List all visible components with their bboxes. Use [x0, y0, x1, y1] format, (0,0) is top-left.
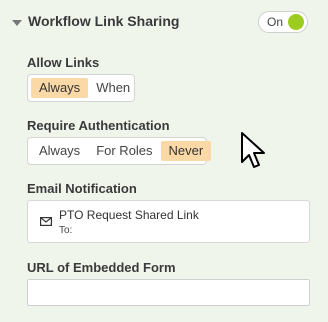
email-to-label: To: — [59, 225, 73, 236]
mouse-pointer-icon — [241, 132, 265, 168]
allow-links-label: Allow Links — [27, 55, 100, 70]
require-auth-option-always[interactable]: Always — [31, 141, 88, 161]
require-auth-option-never[interactable]: Never — [160, 141, 212, 161]
section-header: Workflow Link Sharing On — [8, 10, 320, 36]
toggle-knob — [288, 14, 304, 30]
require-authentication-selector: Always For Roles Never — [27, 137, 212, 165]
allow-links-option-when[interactable]: When — [88, 78, 138, 98]
require-auth-option-for-roles[interactable]: For Roles — [88, 141, 160, 161]
require-authentication-label: Require Authentication — [27, 118, 170, 133]
collapse-caret-icon[interactable] — [12, 20, 22, 26]
workflow-link-sharing-panel: Workflow Link Sharing On Allow Links Alw… — [0, 0, 328, 322]
envelope-icon — [40, 217, 52, 226]
email-notification-label: Email Notification — [27, 181, 137, 196]
allow-links-selector: Always When — [27, 74, 135, 102]
email-subject: PTO Request Shared Link — [59, 208, 199, 222]
section-title: Workflow Link Sharing — [28, 13, 180, 29]
email-notification-card[interactable]: PTO Request Shared Link To: — [27, 200, 310, 243]
embedded-form-url-input[interactable] — [27, 279, 310, 306]
link-sharing-toggle[interactable]: On — [258, 11, 308, 33]
embedded-form-url-label: URL of Embedded Form — [27, 260, 176, 275]
toggle-label: On — [267, 15, 284, 29]
allow-links-option-always[interactable]: Always — [31, 78, 89, 98]
